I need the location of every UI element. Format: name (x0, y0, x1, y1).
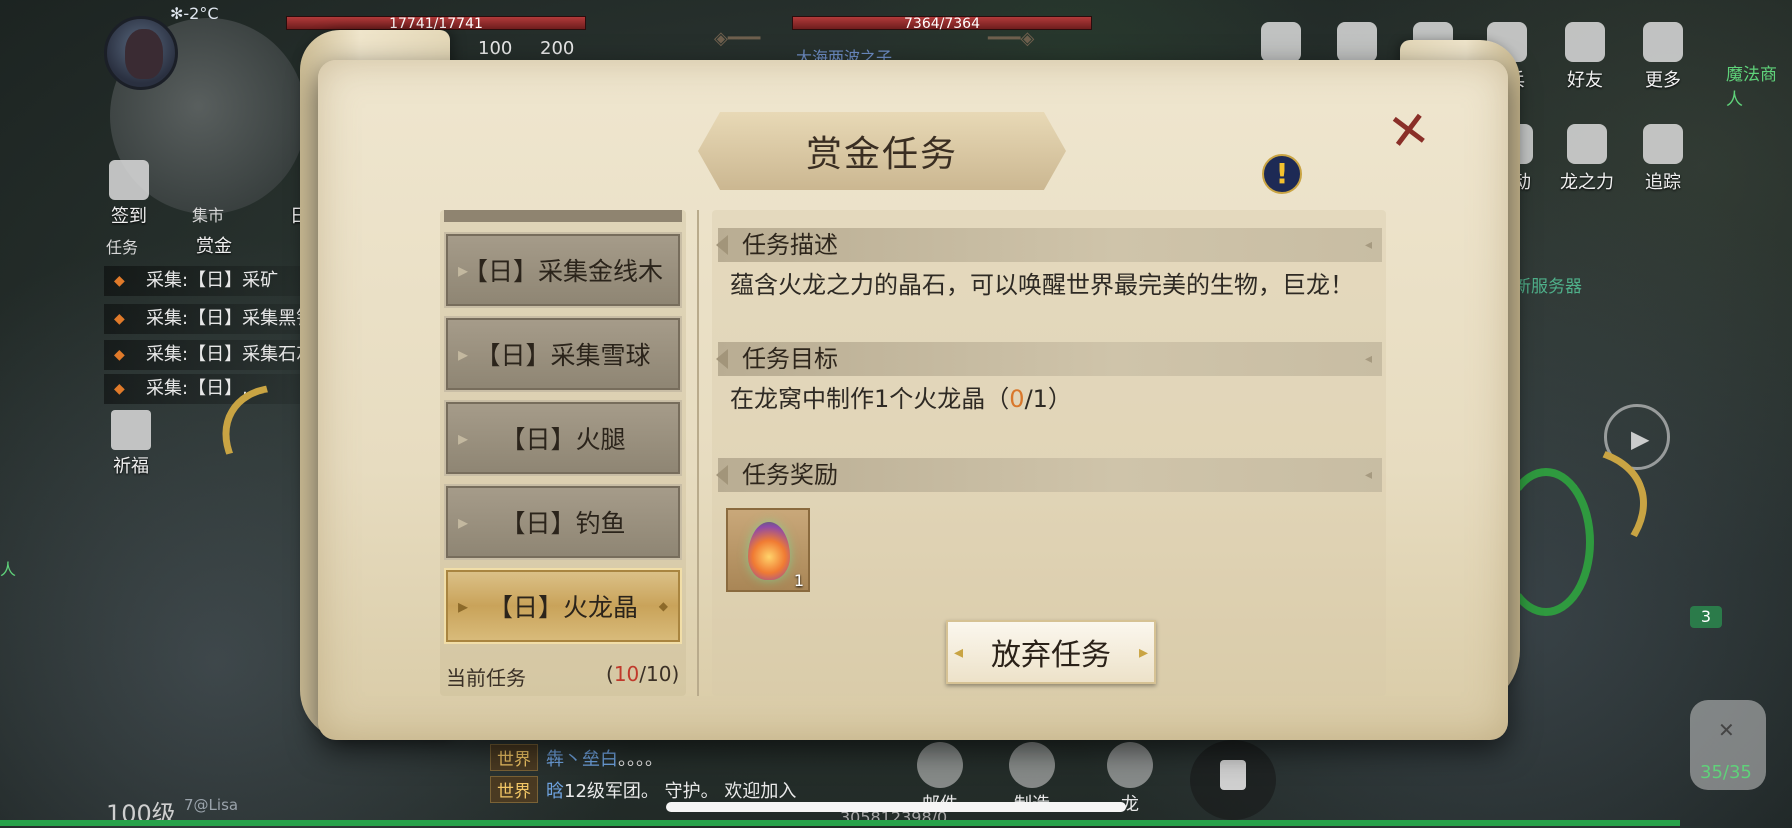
checkbox-icon (109, 160, 149, 200)
bag-icon: ✕ (1718, 718, 1735, 742)
title-ornament-right-icon: ━━━◈ (988, 28, 1035, 49)
menu-dragon-power[interactable]: 龙之力 (1552, 124, 1622, 194)
pray-button[interactable]: 祈福 (106, 410, 156, 478)
bag-count: 35/35 (1700, 762, 1752, 783)
temperature-value: -2°C (183, 4, 219, 23)
left-npc-label: 人 (0, 560, 17, 579)
lock-icon (1220, 760, 1246, 790)
description-text: 蕴含火龙之力的晶石，可以唤醒世界最完美的生物，巨龙！ (730, 271, 1354, 299)
menu-track[interactable]: 追踪 (1628, 124, 1698, 194)
menu-friends[interactable]: 好友 (1550, 22, 1620, 92)
resource-value-1: 100 (478, 38, 513, 59)
player-avatar[interactable] (104, 16, 178, 90)
count-open: ( (606, 662, 614, 686)
menu-more-label: 更多 (1645, 70, 1681, 91)
quest-list-item[interactable]: 【日】采集雪球 (444, 316, 682, 392)
dialog-title-banner: 赏金任务 (698, 112, 1066, 190)
fire-dragon-crystal-icon (748, 522, 790, 580)
goal-header: 任务目标 (716, 342, 1382, 376)
lock-button[interactable] (1190, 740, 1276, 820)
pray-label: 祈福 (113, 456, 149, 477)
item-count-badge: 3 (1690, 606, 1722, 628)
player-tag: 7@Lisa (184, 796, 239, 814)
signin-label: 签到 (111, 206, 147, 227)
right-npc-label: 魔法商人 (1726, 65, 1777, 110)
play-icon: ▶ (1631, 425, 1650, 453)
market-label: 集市 (192, 206, 225, 225)
count-done: 10 (613, 662, 640, 686)
count-total: /10) (639, 662, 680, 686)
dragon-icon (1107, 742, 1153, 788)
bounty-tab[interactable]: 赏金 (196, 232, 232, 258)
close-icon[interactable]: ✕ (1383, 99, 1435, 162)
chat-line-1[interactable]: 世界 犇丶垒白。。。。 (490, 744, 663, 771)
description-header: 任务描述 (716, 228, 1382, 262)
home-indicator[interactable] (666, 802, 1126, 812)
menu-track-label: 追踪 (1645, 172, 1681, 193)
chat-line-2[interactable]: 世界 晗12级军团。 守护。 欢迎加入 (490, 776, 796, 803)
dialog-title: 赏金任务 (805, 134, 958, 175)
craft-icon (1009, 742, 1055, 788)
abandon-quest-button[interactable]: 放弃任务 (946, 620, 1156, 684)
menu-more[interactable]: 更多 (1628, 22, 1698, 92)
panel-divider (697, 210, 699, 696)
snowflake-icon: ✻ (170, 4, 184, 23)
quest-list-item[interactable]: 【日】钓鱼 (444, 484, 682, 560)
team-icon (1261, 22, 1301, 62)
track-icon (1643, 124, 1683, 164)
reward-quantity: 1 (793, 571, 804, 590)
goal-description: 在龙窝中制作1个火龙晶（ (730, 385, 1010, 413)
quest-list-scroll-edge (444, 210, 682, 222)
reward-header: 任务奖励 (716, 458, 1382, 492)
chat-user: 犇丶垒白 (546, 749, 618, 770)
title-ornament-left-icon: ◈━━━ (714, 28, 761, 49)
mail-icon (917, 742, 963, 788)
chat-user: 晗 (546, 781, 564, 802)
menu-friends-label: 好友 (1567, 70, 1603, 91)
server-label: 新服务器 (1514, 277, 1582, 297)
goal-total: /1） (1024, 385, 1072, 413)
menu-dragon-power-label: 龙之力 (1560, 172, 1614, 193)
temperature-readout: ✻-2°C (170, 4, 219, 23)
player-hp-bar: 17741/17741 (286, 16, 586, 31)
task-tab[interactable]: 任务 (106, 234, 138, 258)
chat-channel-tag: 世界 (490, 776, 538, 803)
dragon-power-icon (1567, 124, 1607, 164)
chat-channel-tag: 世界 (490, 744, 538, 771)
info-icon[interactable]: ! (1262, 154, 1302, 194)
current-tasks-count: (10/10) (606, 662, 679, 686)
bag-button[interactable]: ✕ 35/35 (1690, 700, 1766, 790)
chat-text: 12级军团。 守护。 欢迎加入 (564, 781, 797, 802)
current-tasks-label: 当前任务 (446, 666, 526, 690)
quest-list-item[interactable]: 【日】采集金线木 (444, 232, 682, 308)
signin-button[interactable]: 签到 (104, 160, 154, 228)
chat-text: 。。。。 (618, 749, 663, 770)
friends-icon (1565, 22, 1605, 62)
more-icon (1643, 22, 1683, 62)
gift-icon (111, 410, 151, 450)
quest-list-item[interactable]: 【日】火腿 (444, 400, 682, 476)
shop-icon (1337, 22, 1377, 62)
experience-bar (0, 820, 1680, 826)
resource-value-2: 200 (540, 38, 575, 59)
goal-progress: 0 (1009, 385, 1025, 413)
goal-text: 在龙窝中制作1个火龙晶（0/1） (730, 384, 1072, 414)
quest-list-item-selected[interactable]: 【日】火龙晶 (444, 568, 682, 644)
reward-item-slot[interactable]: 1 (726, 508, 810, 592)
